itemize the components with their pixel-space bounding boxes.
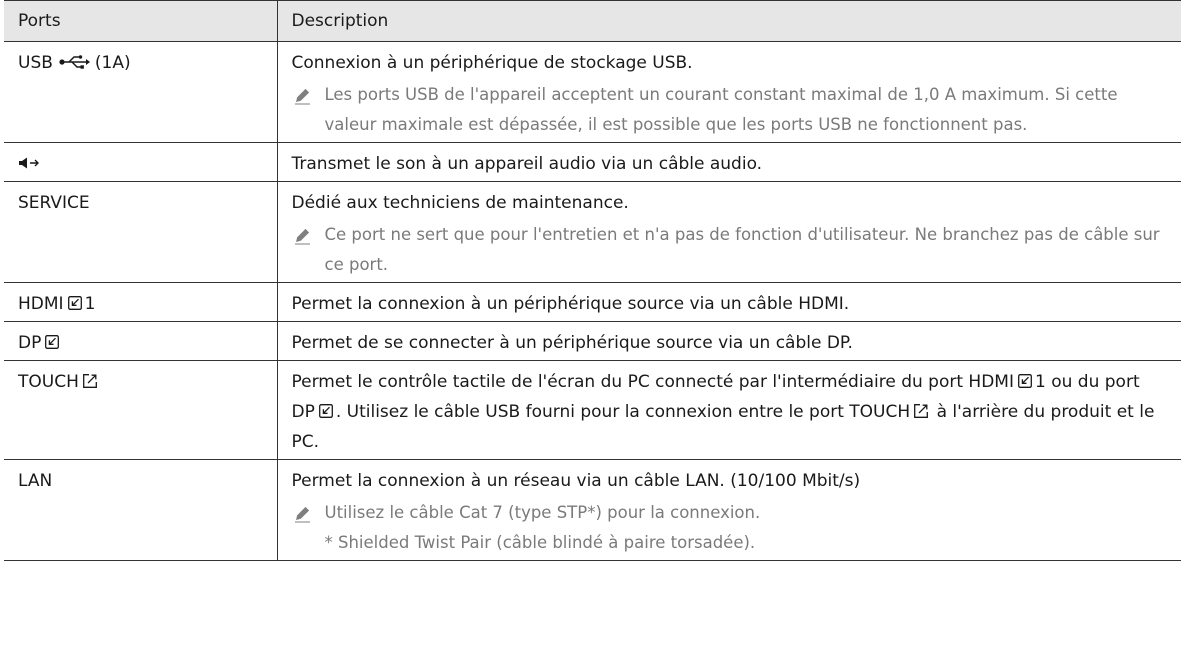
port-label: LAN: [18, 471, 53, 491]
port-cell-service: SERVICE: [4, 181, 277, 283]
port-ref-suffix: 1: [1034, 372, 1046, 392]
audio-out-icon: [19, 157, 39, 168]
port-cell-usb: USB (1A): [4, 41, 277, 143]
input-icon: [319, 404, 333, 418]
description-text-part: Permet le contrôle tactile de l'écran du…: [291, 372, 964, 392]
description-text-part: ou du port: [1051, 372, 1140, 392]
note-footnote: * Shielded Twist Pair (câble blindé à pa…: [324, 533, 756, 552]
port-label: TOUCH: [18, 372, 79, 392]
port-cell-hdmi: HDMI 1: [4, 282, 277, 322]
port-label: USB: [18, 53, 53, 73]
port-suffix: 1: [84, 294, 96, 314]
port-suffix: (1A): [94, 53, 131, 73]
output-icon: [914, 404, 928, 418]
description-cell: Permet de se connecter à un périphérique…: [276, 321, 1181, 361]
input-icon: [68, 296, 82, 310]
output-icon: [83, 374, 97, 388]
input-icon: [45, 335, 59, 349]
ports-table: Ports Description USB (1A) Connexion à un…: [4, 0, 1181, 561]
port-ref-label: HDMI: [968, 372, 1014, 392]
description-text: Permet la connexion à un réseau via un c…: [291, 471, 861, 491]
port-label: DP: [18, 333, 42, 353]
note-text: Les ports USB de l'appareil acceptent un…: [324, 85, 1118, 134]
table-row: DP Permet de se connecter à un périphéri…: [4, 321, 1181, 361]
note: Les ports USB de l'appareil acceptent un…: [292, 80, 1162, 140]
table-row: LAN Permet la connexion à un réseau via …: [4, 459, 1181, 561]
table-row: USB (1A) Connexion à un périphérique de s…: [4, 41, 1181, 143]
description-text: Permet la connexion à un périphérique so…: [291, 294, 850, 314]
description-text: Dédié aux techniciens de maintenance.: [291, 193, 629, 213]
table-header-row: Ports Description: [4, 0, 1181, 42]
description-cell: Connexion à un périphérique de stockage …: [276, 41, 1181, 143]
note-text: Utilisez le câble Cat 7 (type STP*) pour…: [324, 503, 761, 522]
description-cell: Dédié aux techniciens de maintenance. Ce…: [276, 181, 1181, 283]
dp-port-ref: DP: [292, 402, 336, 422]
description-cell: Permet le contrôle tactile de l'écran du…: [276, 360, 1181, 460]
port-cell-lan: LAN: [4, 459, 277, 561]
note: Utilisez le câble Cat 7 (type STP*) pour…: [292, 498, 1162, 558]
pencil-note-icon: [292, 226, 312, 246]
table-row: Transmet le son à un appareil audio via …: [4, 142, 1181, 182]
usb-icon: [59, 54, 90, 69]
hdmi-port-ref: HDMI 1: [968, 372, 1045, 392]
description-text: Connexion à un périphérique de stockage …: [291, 53, 693, 73]
port-cell-dp: DP: [4, 321, 277, 361]
pencil-note-icon: [292, 504, 312, 524]
table-row: SERVICE Dédié aux techniciens de mainten…: [4, 181, 1181, 283]
note: Ce port ne sert que pour l'entretien et …: [292, 220, 1162, 280]
port-label: SERVICE: [18, 193, 90, 213]
pencil-note-icon: [292, 86, 312, 106]
description-cell: Permet la connexion à un réseau via un c…: [276, 459, 1181, 561]
description-column-header: Description: [276, 0, 1181, 42]
description-text-part: . Utilisez le câble USB fourni pour la c…: [335, 402, 844, 422]
description-text: Permet de se connecter à un périphérique…: [291, 333, 853, 353]
touch-port-ref: TOUCH: [849, 402, 931, 422]
description-text: Transmet le son à un appareil audio via …: [291, 154, 763, 174]
note-text: Ce port ne sert que pour l'entretien et …: [324, 225, 1160, 274]
input-icon: [1018, 374, 1032, 388]
ports-column-header: Ports: [4, 0, 277, 42]
table-row: TOUCH Permet le contrôle tactile de l'éc…: [4, 360, 1181, 460]
port-ref-label: DP: [291, 402, 315, 422]
description-cell: Permet la connexion à un périphérique so…: [276, 282, 1181, 322]
table-row: HDMI 1 Permet la connexion à un périphéri…: [4, 282, 1181, 322]
description-cell: Transmet le son à un appareil audio via …: [276, 142, 1181, 182]
port-cell-audio-out: [4, 142, 277, 182]
port-cell-touch: TOUCH: [4, 360, 277, 460]
port-ref-label: TOUCH: [849, 402, 911, 422]
description-text: Permet le contrôle tactile de l'écran du…: [292, 367, 1162, 457]
port-label: HDMI: [18, 294, 64, 314]
